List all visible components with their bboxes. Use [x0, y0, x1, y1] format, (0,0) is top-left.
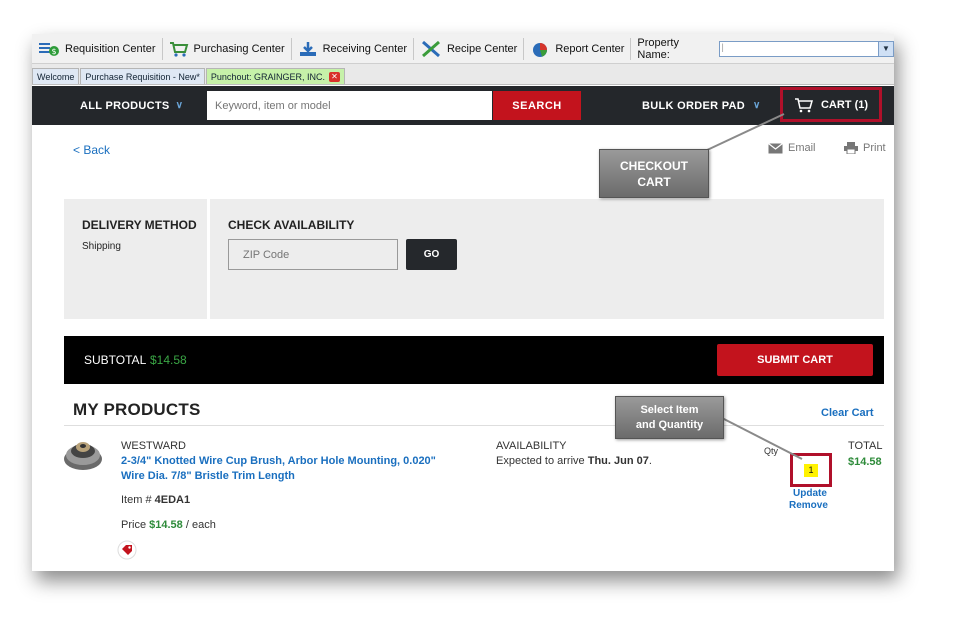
toolbar-receiving-center[interactable]: Receiving Center: [292, 37, 414, 60]
product-name-link[interactable]: 2-3/4" Knotted Wire Cup Brush, Arbor Hol…: [121, 454, 451, 484]
availability-text: Expected to arrive Thu. Jun 07.: [496, 455, 652, 467]
item-number-label: Item #: [121, 494, 152, 506]
chevron-down-icon[interactable]: ▼: [878, 41, 893, 56]
requisition-icon: $: [39, 42, 59, 56]
availability-prefix: Expected to arrive: [496, 455, 585, 467]
delivery-method-value: Shipping: [82, 241, 121, 252]
tag-icon[interactable]: [117, 540, 137, 565]
email-link[interactable]: Email: [768, 142, 816, 154]
total-value: $14.58: [848, 456, 882, 468]
email-label: Email: [788, 142, 816, 154]
callout-text: CART: [637, 174, 671, 189]
toolbar-item-label: Receiving Center: [322, 42, 407, 55]
print-label: Print: [863, 142, 886, 154]
tab-label: Welcome: [37, 71, 75, 82]
cart-icon: [169, 41, 188, 57]
bulk-order-label: BULK ORDER PAD: [642, 99, 745, 112]
toolbar-item-label: Requisition Center: [65, 42, 156, 55]
product-brand: WESTWARD: [121, 440, 186, 452]
subtotal-bar: SUBTOTAL $14.58 SUBMIT CART: [64, 336, 884, 384]
property-name-value: |: [721, 41, 724, 52]
subtotal-value: $14.58: [150, 353, 187, 367]
toolbar-recipe-center[interactable]: Recipe Center: [414, 37, 525, 60]
print-link[interactable]: Print: [844, 142, 886, 154]
product-item-number: Item # 4EDA1: [121, 494, 190, 506]
toolbar-requisition-center[interactable]: $ Requisition Center: [32, 37, 163, 60]
delivery-method-panel: DELIVERY METHOD Shipping: [64, 199, 207, 319]
utensils-icon: [421, 40, 440, 57]
divider: [64, 425, 884, 426]
callout-text: and Quantity: [635, 418, 704, 431]
subtotal-label: SUBTOTAL: [84, 353, 147, 367]
printer-icon: [844, 142, 858, 154]
chevron-down-icon: ∨: [175, 100, 184, 111]
svg-text:$: $: [51, 47, 56, 56]
toolbar-item-label: Report Center: [555, 42, 625, 55]
check-availability-title: CHECK AVAILABILITY: [228, 218, 355, 232]
back-link[interactable]: < Back: [73, 143, 110, 157]
quantity-input[interactable]: [804, 463, 818, 477]
envelope-icon: [768, 142, 783, 153]
tab-bar: Welcome Purchase Requisition - New* Punc…: [32, 64, 894, 85]
all-products-menu[interactable]: ALL PRODUCTS ∨: [80, 86, 183, 125]
availability-date: Thu. Jun 07: [587, 455, 649, 467]
toolbar-purchasing-center[interactable]: Purchasing Center: [163, 37, 292, 60]
search-input[interactable]: [207, 91, 492, 120]
top-toolbar: $ Requisition Center Purchasing Center R…: [32, 34, 894, 64]
store-navbar: ALL PRODUCTS ∨ SEARCH BULK ORDER PAD ∨ C…: [32, 86, 894, 125]
bulk-order-pad-menu[interactable]: BULK ORDER PAD ∨: [642, 86, 761, 125]
search-button[interactable]: SEARCH: [493, 91, 581, 120]
toolbar-item-label: Purchasing Center: [193, 42, 285, 55]
toolbar-item-label: Recipe Center: [446, 42, 518, 55]
qty-label: Qty: [764, 446, 779, 456]
property-name-label: Property Name:: [637, 36, 679, 61]
product-thumbnail[interactable]: [62, 435, 104, 478]
app-window: $ Requisition Center Purchasing Center R…: [32, 34, 894, 571]
tab-welcome[interactable]: Welcome: [32, 68, 80, 84]
close-icon[interactable]: ✕: [328, 71, 340, 82]
zip-code-input[interactable]: [228, 239, 398, 270]
tab-label: Punchout: GRAINGER, INC.: [210, 71, 325, 82]
checkout-cart-callout: CHECKOUT CART: [599, 149, 709, 198]
submit-cart-button[interactable]: SUBMIT CART: [717, 344, 873, 376]
cart-button[interactable]: CART (1): [780, 87, 882, 122]
go-button[interactable]: GO: [406, 239, 457, 270]
cart-label: CART (1): [820, 98, 869, 111]
all-products-label: ALL PRODUCTS: [80, 99, 170, 112]
check-availability-panel: CHECK AVAILABILITY GO: [210, 199, 884, 319]
price-unit: / each: [185, 519, 216, 531]
total-header: TOTAL: [848, 440, 883, 452]
availability-end: .: [648, 455, 652, 467]
product-price: Price $14.58 / each: [121, 519, 216, 531]
tab-label: Purchase Requisition - New*: [85, 71, 200, 82]
update-link[interactable]: Update: [793, 488, 827, 499]
tab-punchout[interactable]: Punchout: GRAINGER, INC. ✕: [205, 68, 345, 84]
my-products-title: MY PRODUCTS: [73, 400, 201, 419]
qty-highlight: [790, 453, 832, 487]
tab-purchase-requisition[interactable]: Purchase Requisition - New*: [80, 68, 205, 84]
download-icon: [299, 41, 316, 56]
toolbar-report-center[interactable]: Report Center: [524, 37, 632, 60]
cart-icon: [794, 97, 813, 112]
chevron-down-icon: ∨: [753, 100, 761, 111]
property-name-select[interactable]: | ▼: [718, 40, 894, 57]
price-value: $14.58: [149, 519, 183, 531]
pie-chart-icon: [533, 42, 548, 57]
remove-link[interactable]: Remove: [789, 500, 828, 511]
availability-header: AVAILABILITY: [496, 440, 567, 452]
callout-text: Select Item: [640, 403, 699, 416]
item-number-value: 4EDA1: [154, 494, 191, 506]
select-item-callout: Select Item and Quantity: [615, 396, 724, 439]
delivery-method-title: DELIVERY METHOD: [82, 218, 197, 232]
callout-text: CHECKOUT: [620, 158, 688, 173]
price-label: Price: [121, 519, 147, 531]
clear-cart-link[interactable]: Clear Cart: [821, 407, 874, 419]
